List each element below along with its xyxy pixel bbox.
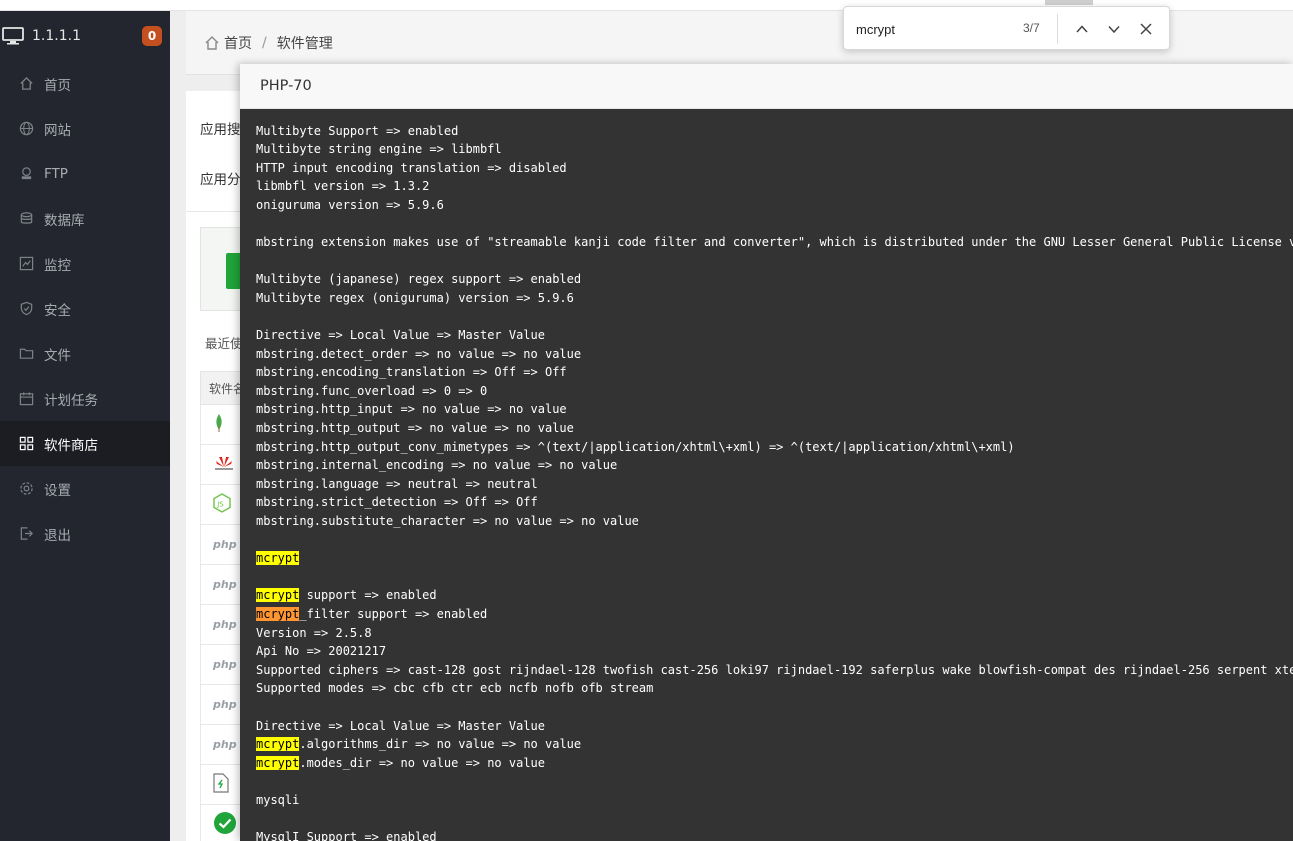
sidebar-item-website[interactable]: 网站 [0,106,170,151]
globe-icon [18,121,34,137]
phpinfo-line: mcrypt_filter support => enabled [256,606,488,621]
sidebar-item-home[interactable]: 首页 [0,61,170,106]
phpinfo-line: mcrypt.algorithms_dir => no value => no … [256,737,582,752]
search-highlight: mcrypt [256,737,300,752]
chart-icon [18,256,34,272]
phpinfo-line: Version => 2.5.8 [256,625,372,640]
close-icon [1140,23,1152,35]
breadcrumb-current: 软件管理 [276,35,333,52]
next-match-button[interactable] [1102,17,1126,41]
chevron-up-icon [1076,25,1088,33]
php-info-modal: PHP-70 Multibyte Support => enabled Mult… [240,64,1293,841]
phpinfo-line: MysqlI Support => enabled [256,830,437,841]
php-icon: php [213,738,237,751]
php-icon: php [213,538,237,551]
findbar-divider [1057,14,1058,44]
phpinfo-line: mysqli [256,792,300,807]
php-icon: php [213,658,237,671]
mongodb-icon [213,413,225,437]
sidebar-item-store[interactable]: 软件商店 [0,421,170,466]
server-ip: 1.1.1.1 [32,28,81,44]
sidebar-item-settings[interactable]: 设置 [0,466,170,511]
sidebar-item-monitor[interactable]: 监控 [0,241,170,286]
search-highlight: mcrypt [256,606,300,621]
gear-icon [18,481,34,497]
phpinfo-line: Multibyte Support => enabled [256,123,459,138]
monitor-icon [2,27,24,45]
sidebar-item-database[interactable]: 数据库 [0,196,170,241]
phpinfo-line: mcrypt support => enabled [256,588,437,603]
sidebar: 1.1.1.1 0 首页 网站 FTP 数据库 监控 安全 文件 计划任务 软件… [0,11,170,841]
phpinfo-line: Multibyte regex (oniguruma) version => 5… [256,290,574,305]
phpinfo-line: mbstring.detect_order => no value => no … [256,346,582,361]
phpinfo-line: mcrypt.modes_dir => no value => no value [256,755,545,770]
find-input[interactable] [856,17,1006,41]
phpinfo-line: HTTP input encoding translation => disab… [256,160,567,175]
database-icon [18,211,34,227]
search-highlight: mcrypt [256,551,300,566]
app-search-label: 应用搜 [200,122,241,138]
phpinfo-output: Multibyte Support => enabled Multibyte s… [256,122,1293,841]
phpinfo-line: Supported ciphers => cast-128 gost rijnd… [256,662,1293,677]
previous-match-button[interactable] [1070,17,1094,41]
close-find-button[interactable] [1134,17,1158,41]
find-bar: 3/7 [843,6,1170,50]
phpinfo-line: Multibyte (japanese) regex support => en… [256,272,582,287]
calendar-icon [18,391,34,407]
phpinfo-line: Directive => Local Value => Master Value [256,328,545,343]
chevron-down-icon [1108,25,1120,34]
folder-icon [18,346,34,362]
phpinfo-line: libmbfl version => 1.3.2 [256,179,430,194]
modal-title: PHP-70 [260,78,312,94]
sidebar-nav: 首页 网站 FTP 数据库 监控 安全 文件 计划任务 软件商店 设置 退出 [0,61,170,556]
phpinfo-line: Api No => 20021217 [256,644,387,659]
recent-used-label: 最近使 [205,336,243,351]
phpinfo-line: mbstring.strict_detection => Off => Off [256,495,538,510]
sidebar-item-cron[interactable]: 计划任务 [0,376,170,421]
svg-text:JS: JS [216,500,224,508]
breadcrumb-separator: / [262,34,267,51]
logout-icon [18,526,34,542]
search-highlight: mcrypt [256,755,300,770]
phpinfo-line: mbstring.http_output => no value => no v… [256,421,574,435]
grid-icon [18,436,34,452]
php-icon: php [213,578,237,591]
app-category-label: 应用分 [200,172,241,188]
phpinfo-line: mbstring extension makes use of "streama… [256,235,1293,250]
tab-indicator [1045,0,1093,5]
notification-badge[interactable]: 0 [142,26,162,46]
phpinfo-line: mbstring.language => neutral => neutral [256,476,538,491]
phpinfo-line: Supported modes => cbc cfb ctr ecb ncfb … [256,681,654,696]
phpinfo-line: mcrypt [256,551,300,566]
phpinfo-line: Multibyte string engine => libmbfl [256,142,502,157]
phpinfo-line: mbstring.http_output_conv_mimetypes => ^… [256,439,1015,454]
phpinfo-line: mbstring.func_overload => 0 => 0 [256,383,488,398]
breadcrumb-home[interactable]: 首页 [204,33,252,53]
php-icon: php [213,698,237,711]
sidebar-item-security[interactable]: 安全 [0,286,170,331]
sidebar-item-files[interactable]: 文件 [0,331,170,376]
home-icon [205,35,219,50]
ftp-icon [18,166,34,182]
phpinfo-line: Directive => Local Value => Master Value [256,718,545,733]
sidebar-item-ftp[interactable]: FTP [0,151,170,196]
home-icon [18,76,34,92]
phpinfo-line: mbstring.http_input => no value => no va… [256,402,567,417]
huawei-icon [213,455,235,475]
phpinfo-line: mbstring.internal_encoding => no value =… [256,458,618,473]
modal-header: PHP-70 [240,64,1293,109]
phpinfo-line: oniguruma version => 5.9.6 [256,197,444,212]
file-script-icon [213,772,229,797]
nodejs-icon: JS [213,492,231,517]
shield-icon [18,301,34,317]
search-highlight: mcrypt [256,588,300,603]
match-count: 3/7 [1023,21,1040,35]
phpinfo-line: mbstring.encoding_translation => Off => … [256,365,567,380]
phpinfo-line: mbstring.substitute_character => no valu… [256,513,639,528]
php-icon: php [213,618,237,631]
check-circle-icon [213,811,237,839]
sidebar-item-logout[interactable]: 退出 [0,511,170,556]
